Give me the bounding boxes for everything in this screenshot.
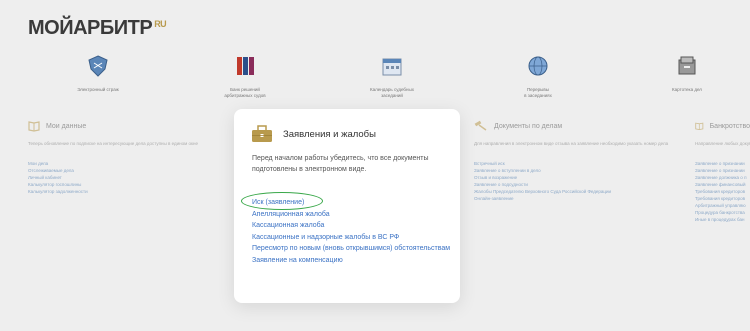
nav-label-2: арбитражных судов — [224, 92, 266, 98]
nav-item-cards[interactable]: Картотека дел — [632, 55, 742, 93]
section-link[interactable]: Заявление о вступлении в дело — [474, 168, 674, 175]
section-link[interactable]: Отзыв и возражение — [474, 175, 674, 182]
section-link[interactable]: Процедура банкротства — [695, 210, 750, 217]
link-cassation[interactable]: Кассационная жалоба — [252, 220, 452, 232]
nav-label: Электронный страж — [77, 87, 119, 92]
section-desc: Направление любых докум — [695, 141, 750, 146]
book-icon — [28, 121, 40, 132]
shield-icon — [88, 55, 108, 77]
book-icon — [695, 122, 704, 131]
section-link[interactable]: Заявление о признании — [695, 161, 750, 168]
highlight-oval — [241, 192, 323, 210]
section-title: Мои данные — [46, 122, 87, 130]
link-compensation[interactable]: Заявление на компенсацию — [252, 255, 452, 267]
logo-suffix: RU — [154, 19, 167, 29]
section-desc: Для направления в электронном виде отзыв… — [474, 141, 669, 146]
my-data-section: Мои данные Теперь обновление по подписке… — [28, 120, 228, 196]
section-link[interactable]: Встречный иск — [474, 161, 674, 168]
section-title: Банкротство — [709, 122, 750, 130]
section-link[interactable]: Заявление о признании — [695, 168, 750, 175]
nav-item-calendar[interactable]: Календарь судебных заседаний — [337, 55, 447, 99]
section-desc: Теперь обновление по подписке на интерес… — [28, 141, 198, 146]
bankruptcy-section: Банкротство Направление любых докум Заяв… — [695, 120, 750, 224]
logo-part2: АРБИТР — [73, 17, 153, 39]
modal-description: Перед началом работы убедитесь, что все … — [252, 155, 429, 174]
nav-item-breaks[interactable]: Перерывы в заседаниях — [483, 55, 593, 99]
link-appeal[interactable]: Апелляционная жалоба — [252, 209, 452, 221]
section-link[interactable]: Требования кредиторов — [695, 189, 750, 196]
section-link[interactable]: Иные в процедурах бан — [695, 217, 750, 224]
globe-icon — [528, 56, 548, 76]
briefcase-icon — [252, 125, 272, 142]
section-link[interactable]: Мои дела — [28, 161, 228, 168]
top-nav: Электронный страж Банк решений арбитражны… — [0, 55, 750, 105]
section-link[interactable]: Калькулятор задолженности — [28, 189, 228, 196]
section-link[interactable]: Арбитражный управляю — [695, 203, 750, 210]
logo-part1: МОЙ — [28, 17, 74, 39]
modal-title: Заявления и жалобы — [283, 128, 376, 140]
gavel-icon — [474, 120, 487, 131]
cards-icon — [678, 56, 696, 75]
section-link[interactable]: Личный кабинет — [28, 175, 228, 182]
nav-label-2: заседаний — [381, 92, 403, 98]
books-icon — [237, 57, 254, 75]
section-link[interactable]: Заявление финансовый — [695, 182, 750, 189]
link-review[interactable]: Пересмотр по новым (вновь открывшимся) о… — [252, 243, 452, 255]
case-documents-section: Документы по делам Для направления в эле… — [474, 120, 674, 203]
section-link[interactable]: Калькулятор госпошлины — [28, 182, 228, 189]
site-logo[interactable]: МОЙАРБИТР RU — [28, 17, 167, 40]
calendar-icon — [382, 58, 402, 76]
nav-label: Картотека дел — [672, 87, 702, 92]
section-title: Документы по делам — [494, 122, 563, 130]
section-link[interactable]: Онлайн-заявление — [474, 196, 674, 203]
nav-label-2: в заседаниях — [524, 92, 552, 98]
nav-item-strazh[interactable]: Электронный страж — [43, 55, 153, 93]
link-supreme-court[interactable]: Кассационные и надзорные жалобы в ВС РФ — [252, 232, 452, 244]
nav-item-bank[interactable]: Банк решений арбитражных судов — [190, 55, 300, 99]
